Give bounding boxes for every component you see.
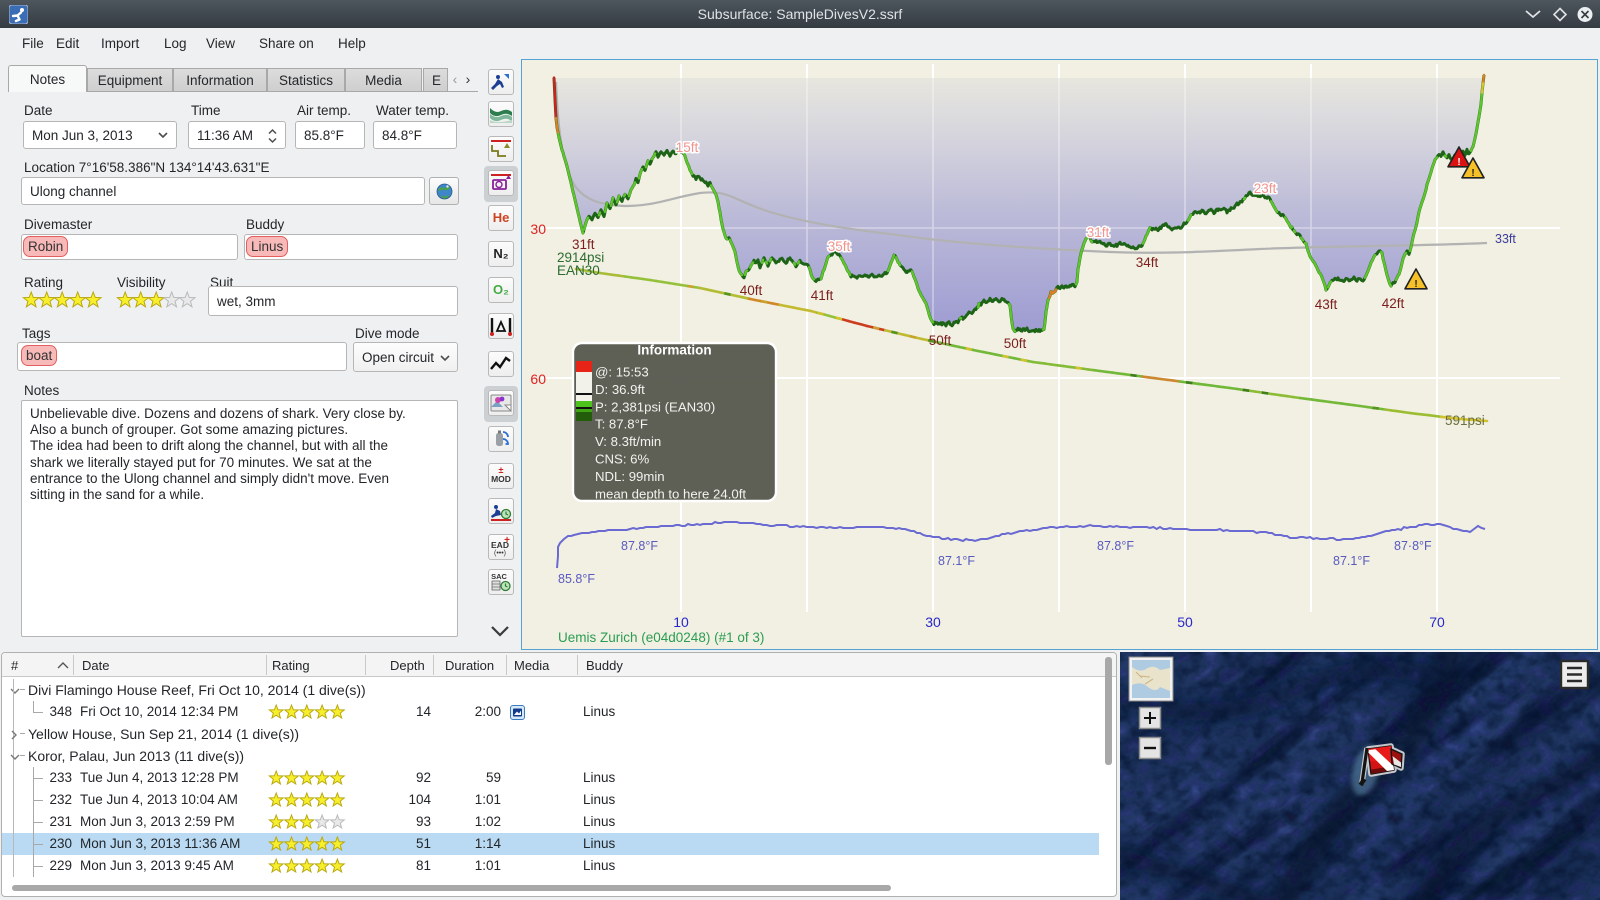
- svg-text:P: 2,381psi (EAN30): P: 2,381psi (EAN30): [595, 399, 715, 414]
- svg-text:87·8°F: 87·8°F: [1394, 539, 1432, 553]
- svg-text:EAN30: EAN30: [557, 263, 600, 278]
- svg-text:40ft: 40ft: [740, 283, 763, 298]
- svg-text:V: 8.3ft/min: V: 8.3ft/min: [595, 434, 661, 449]
- svg-text:31ft: 31ft: [1087, 225, 1110, 240]
- svg-text:T: 87.8°F: T: 87.8°F: [595, 417, 648, 432]
- svg-text:MOD: MOD: [491, 474, 511, 484]
- svg-text:Uemis Zurich (e04d0248) (#1 of: Uemis Zurich (e04d0248) (#1 of 3): [558, 630, 764, 645]
- svg-text:CNS: 6%: CNS: 6%: [595, 452, 650, 467]
- svg-text:50ft: 50ft: [1004, 336, 1027, 351]
- svg-text:(•••): (•••): [494, 550, 506, 557]
- svg-text:15ft: 15ft: [676, 140, 699, 155]
- svg-text:!: !: [1457, 157, 1460, 168]
- svg-text:34ft: 34ft: [1136, 255, 1159, 270]
- svg-text:D: 36.9ft: D: 36.9ft: [595, 382, 645, 397]
- svg-text:87.1°F: 87.1°F: [938, 554, 975, 568]
- svg-text:41ft: 41ft: [811, 288, 834, 303]
- svg-text:23ft: 23ft: [1254, 181, 1277, 196]
- svg-text:60: 60: [530, 371, 546, 387]
- svg-text:@: 15:53: @: 15:53: [595, 365, 649, 380]
- svg-text:50: 50: [1177, 614, 1193, 630]
- svg-text:+: +: [504, 535, 510, 546]
- svg-text:70: 70: [1429, 614, 1445, 630]
- svg-text:±: ±: [499, 465, 504, 475]
- svg-text:NDL: 99min: NDL: 99min: [595, 469, 665, 484]
- svg-text:33ft: 33ft: [1495, 232, 1516, 246]
- svg-text:30: 30: [530, 221, 546, 237]
- svg-text:10: 10: [673, 614, 689, 630]
- svg-text:87.1°F: 87.1°F: [1333, 554, 1370, 568]
- svg-text:591psi: 591psi: [1445, 413, 1485, 428]
- svg-text:85.8°F: 85.8°F: [558, 572, 595, 586]
- svg-text:87.8°F: 87.8°F: [621, 539, 658, 553]
- svg-text:!: !: [1414, 279, 1417, 290]
- svg-text:43ft: 43ft: [1315, 297, 1338, 312]
- svg-text:Information: Information: [637, 343, 711, 358]
- svg-text:35ft: 35ft: [828, 239, 851, 254]
- svg-text:SAC: SAC: [491, 572, 507, 581]
- svg-text:mean depth to here 24.0ft: mean depth to here 24.0ft: [595, 486, 746, 501]
- svg-text:42ft: 42ft: [1382, 296, 1405, 311]
- svg-text:87.8°F: 87.8°F: [1097, 539, 1134, 553]
- svg-text:50ft: 50ft: [929, 333, 952, 348]
- svg-text:30: 30: [925, 614, 941, 630]
- svg-text:!: !: [1471, 168, 1474, 179]
